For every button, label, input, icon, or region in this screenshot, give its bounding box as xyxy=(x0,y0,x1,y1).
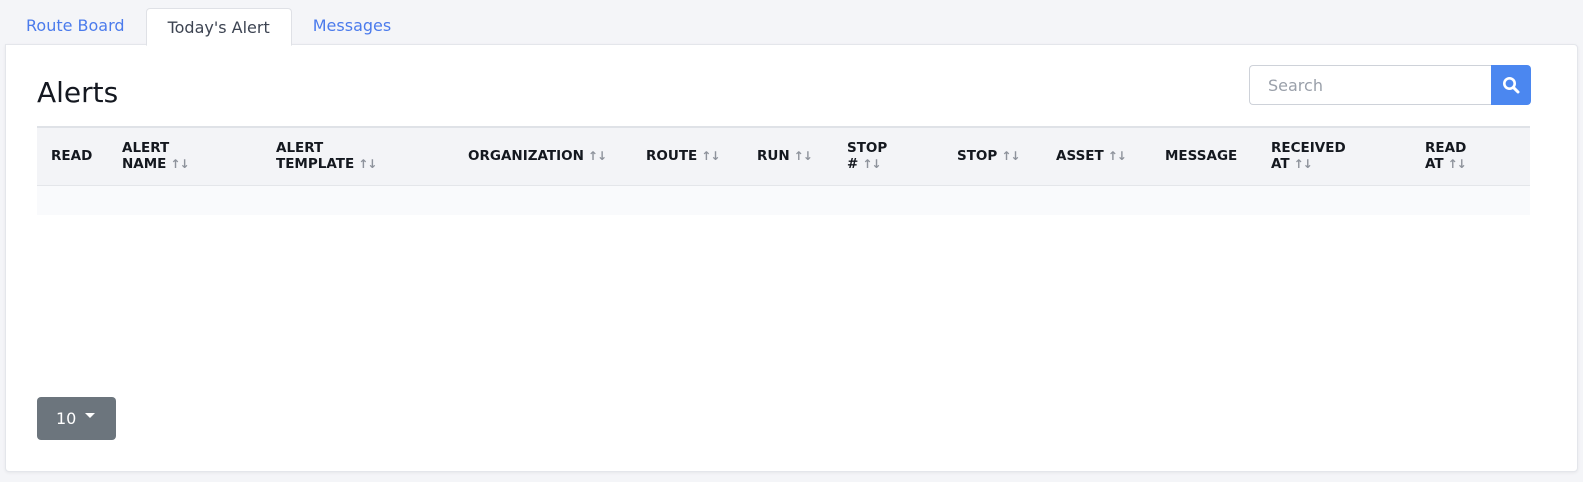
caret-down-icon xyxy=(85,413,96,418)
alerts-card: Alerts Search READ ALERT NAME ↑↓ ALERT T… xyxy=(5,44,1578,472)
column-label: STOP xyxy=(957,148,998,165)
column-label: ALERT xyxy=(122,140,170,157)
column-header-stop[interactable]: STOP ↑↓ xyxy=(943,127,1042,185)
column-header-asset[interactable]: ASSET ↑↓ xyxy=(1042,127,1151,185)
column-label: ORGANIZATION xyxy=(468,148,584,165)
search-button[interactable] xyxy=(1491,65,1531,105)
page-title: Alerts xyxy=(37,76,119,109)
sort-icon[interactable]: ↑↓ xyxy=(862,157,881,171)
page-size-dropdown[interactable]: 10 xyxy=(37,397,116,440)
sort-icon[interactable]: ↑↓ xyxy=(701,149,720,163)
column-label: # xyxy=(847,156,859,173)
tab-todays-alert[interactable]: Today's Alert xyxy=(145,8,292,46)
column-label: MESSAGE xyxy=(1165,148,1238,165)
column-label: READ xyxy=(1425,140,1467,157)
column-label: STOP xyxy=(847,140,888,157)
column-label: NAME xyxy=(122,156,167,173)
column-header-alert-template[interactable]: ALERT TEMPLATE ↑↓ xyxy=(262,127,454,185)
column-label: AT xyxy=(1271,156,1290,173)
search-group xyxy=(1249,65,1531,105)
tab-messages[interactable]: Messages xyxy=(292,7,412,45)
column-header-read-at[interactable]: READ AT ↑↓ xyxy=(1411,127,1530,185)
column-label: ROUTE xyxy=(646,148,698,165)
column-header-organization[interactable]: ORGANIZATION ↑↓ xyxy=(454,127,632,185)
search-icon xyxy=(1503,77,1520,94)
sort-icon[interactable]: ↑↓ xyxy=(1001,149,1020,163)
tab-route-board[interactable]: Route Board xyxy=(5,7,146,45)
column-header-message: MESSAGE xyxy=(1151,127,1257,185)
sort-icon[interactable]: ↑↓ xyxy=(1294,157,1313,171)
column-header-stop-number[interactable]: STOP # ↑↓ xyxy=(833,127,943,185)
table-empty-row xyxy=(37,185,1530,215)
column-header-route[interactable]: ROUTE ↑↓ xyxy=(632,127,743,185)
column-label: ALERT xyxy=(276,140,324,157)
column-label: TEMPLATE xyxy=(276,156,355,173)
sort-icon[interactable]: ↑↓ xyxy=(794,149,813,163)
sort-icon[interactable]: ↑↓ xyxy=(588,149,607,163)
column-label: ASSET xyxy=(1056,148,1104,165)
search-input[interactable] xyxy=(1249,65,1491,105)
alerts-table: READ ALERT NAME ↑↓ ALERT TEMPLATE ↑↓ ORGAN… xyxy=(37,126,1530,215)
table-header-row: READ ALERT NAME ↑↓ ALERT TEMPLATE ↑↓ ORGAN… xyxy=(37,127,1530,185)
column-header-alert-name[interactable]: ALERT NAME ↑↓ xyxy=(108,127,262,185)
sort-icon[interactable]: ↑↓ xyxy=(170,157,189,171)
empty-cell xyxy=(37,185,1530,215)
page-size-value: 10 xyxy=(56,409,77,428)
column-label: AT xyxy=(1425,156,1444,173)
column-label: RUN xyxy=(757,148,790,165)
tab-bar: Route Board Today's Alert Messages xyxy=(5,6,412,46)
alerts-table-container: READ ALERT NAME ↑↓ ALERT TEMPLATE ↑↓ ORGAN… xyxy=(37,126,1530,215)
column-header-received-at[interactable]: RECEIVED AT ↑↓ xyxy=(1257,127,1411,185)
column-header-run[interactable]: RUN ↑↓ xyxy=(743,127,833,185)
column-header-read: READ xyxy=(37,127,108,185)
column-label: RECEIVED xyxy=(1271,140,1346,157)
sort-icon[interactable]: ↑↓ xyxy=(1448,157,1467,171)
sort-icon[interactable]: ↑↓ xyxy=(1108,149,1127,163)
column-label: READ xyxy=(51,148,93,165)
sort-icon[interactable]: ↑↓ xyxy=(358,157,377,171)
